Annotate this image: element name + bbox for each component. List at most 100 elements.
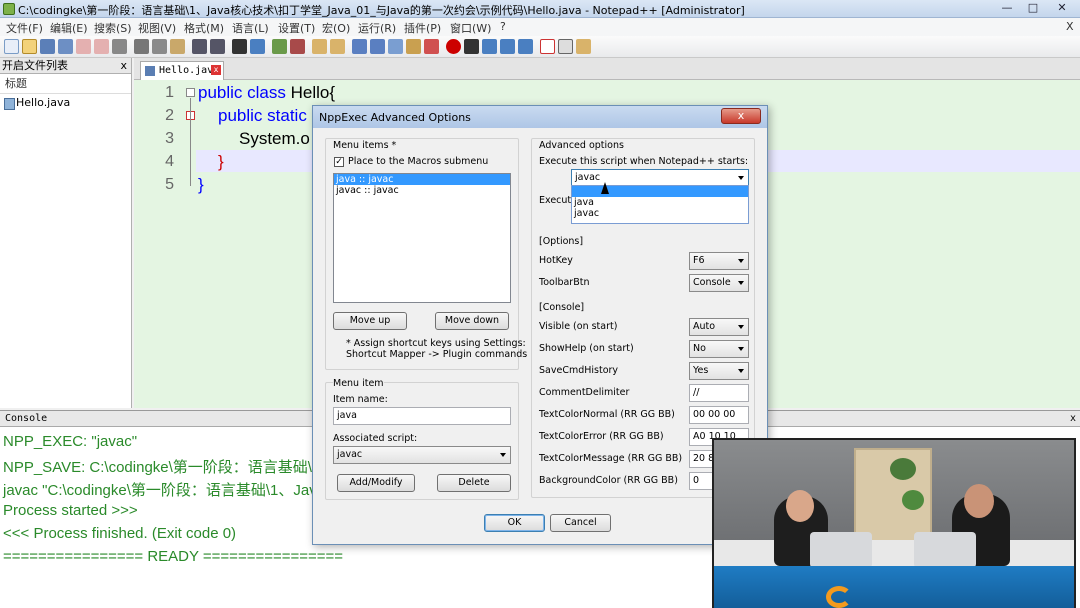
dropdown-option[interactable]	[572, 186, 748, 197]
console-line: javac "C:\codingke\第一阶段：语言基础\1、Java核	[3, 482, 341, 499]
comment-delimiter-input[interactable]: //	[689, 384, 749, 402]
stop-macro-icon[interactable]	[464, 39, 479, 54]
saved-file-icon	[145, 66, 155, 76]
save-icon[interactable]	[40, 39, 55, 54]
dialog-close-button[interactable]: x	[721, 108, 761, 124]
list-item[interactable]: java :: javac	[334, 174, 510, 185]
hotkey-select[interactable]: F6	[689, 252, 749, 270]
all-chars-icon[interactable]	[370, 39, 385, 54]
visible-select[interactable]: Auto	[689, 318, 749, 336]
redo-icon[interactable]	[210, 39, 225, 54]
close-all-icon[interactable]	[94, 39, 109, 54]
copy-icon[interactable]	[152, 39, 167, 54]
keyword: public static	[218, 106, 307, 125]
item-name-label: Item name:	[333, 394, 388, 405]
save-all-icon[interactable]	[58, 39, 73, 54]
move-up-button[interactable]: Move up	[333, 312, 407, 330]
shortcut-note: Shortcut Mapper -> Plugin commands	[346, 349, 528, 360]
menu-settings[interactable]: 设置(T)	[278, 20, 315, 36]
plugin-icon[interactable]	[576, 39, 591, 54]
file-list-close-icon[interactable]: x	[120, 58, 127, 74]
file-list-item[interactable]: Hello.java	[0, 94, 131, 112]
menu-close-doc[interactable]: X	[1066, 20, 1074, 33]
associated-script-select[interactable]: javac	[333, 446, 511, 464]
toolbar	[0, 36, 1080, 58]
maximize-button[interactable]: □	[1020, 0, 1046, 16]
dropdown-option[interactable]: java	[572, 197, 748, 208]
tab-hello-java[interactable]: Hello.java x	[140, 61, 224, 80]
menu-file[interactable]: 文件(F)	[6, 20, 43, 36]
menu-format[interactable]: 格式(M)	[184, 20, 224, 36]
undo-icon[interactable]	[192, 39, 207, 54]
macros-checkbox[interactable]: ✓	[334, 157, 344, 167]
text-color-error-label: TextColorError (RR GG BB)	[539, 431, 664, 442]
window-titlebar: C:\codingke\第一阶段：语言基础\1、Java核心技术\扣丁学堂_Ja…	[0, 0, 1080, 18]
console-icon[interactable]	[558, 39, 573, 54]
file-list-header: 开启文件列表 x	[0, 58, 131, 74]
doc-map-icon[interactable]	[424, 39, 439, 54]
console-close-icon[interactable]: x	[1070, 411, 1076, 427]
menu-macro[interactable]: 宏(O)	[322, 20, 350, 36]
menu-items-list[interactable]: java :: javac javac :: javac	[333, 173, 511, 303]
menu-run[interactable]: 运行(R)	[358, 20, 396, 36]
chevron-down-icon	[738, 176, 744, 180]
macros-checkbox-label[interactable]: Place to the Macros submenu	[348, 156, 488, 167]
sync-h-icon[interactable]	[330, 39, 345, 54]
code-text: System.o	[239, 129, 310, 148]
showhelp-select[interactable]: No	[689, 340, 749, 358]
cancel-button[interactable]: Cancel	[550, 514, 611, 532]
hotkey-value: F6	[693, 255, 705, 266]
item-name-input[interactable]: java	[333, 407, 511, 425]
fold-marker-icon[interactable]	[186, 88, 195, 97]
menu-plugins[interactable]: 插件(P)	[404, 20, 441, 36]
text-color-normal-input[interactable]: 00 00 00	[689, 406, 749, 424]
print-icon[interactable]	[112, 39, 127, 54]
close-file-icon[interactable]	[76, 39, 91, 54]
replace-icon[interactable]	[250, 39, 265, 54]
console-line: NPP_EXEC: "javac"	[3, 433, 138, 450]
menu-search[interactable]: 搜索(S)	[94, 20, 132, 36]
minimize-button[interactable]: —	[994, 0, 1020, 16]
menu-view[interactable]: 视图(V)	[138, 20, 176, 36]
menu-help[interactable]: ?	[500, 20, 506, 33]
menu-window[interactable]: 窗口(W)	[450, 20, 491, 36]
associated-script-value: javac	[337, 449, 363, 460]
save-macro-icon[interactable]	[518, 39, 533, 54]
file-list-column[interactable]: 标题	[0, 74, 131, 94]
sync-v-icon[interactable]	[312, 39, 327, 54]
list-item[interactable]: javac :: javac	[334, 185, 510, 196]
paste-icon[interactable]	[170, 39, 185, 54]
record-macro-icon[interactable]	[446, 39, 461, 54]
text-color-normal-label: TextColorNormal (RR GG BB)	[539, 409, 675, 420]
desk-image	[714, 540, 1074, 566]
indent-guide-icon[interactable]	[388, 39, 403, 54]
chevron-down-icon	[738, 325, 744, 329]
menu-edit[interactable]: 编辑(E)	[50, 20, 88, 36]
person-right-face	[964, 484, 994, 518]
spellcheck-icon[interactable]	[540, 39, 555, 54]
menu-language[interactable]: 语言(L)	[232, 20, 269, 36]
notepadpp-icon	[3, 3, 15, 15]
run-macro-multi-icon[interactable]	[500, 39, 515, 54]
tab-close-icon[interactable]: x	[211, 65, 221, 75]
exec-on-start-dropdown[interactable]: java javac	[571, 185, 749, 224]
zoom-out-icon[interactable]	[290, 39, 305, 54]
open-folder-icon[interactable]	[22, 39, 37, 54]
cut-icon[interactable]	[134, 39, 149, 54]
dropdown-option[interactable]: javac	[572, 208, 748, 219]
savecmd-select[interactable]: Yes	[689, 362, 749, 380]
find-icon[interactable]	[232, 39, 247, 54]
new-file-icon[interactable]	[4, 39, 19, 54]
line-number-gutter: 1 2 3 4 5	[134, 80, 182, 408]
zoom-in-icon[interactable]	[272, 39, 287, 54]
wrap-icon[interactable]	[352, 39, 367, 54]
toolbar-btn-select[interactable]: Console	[689, 274, 749, 292]
add-modify-button[interactable]: Add/Modify	[337, 474, 415, 492]
ok-button[interactable]: OK	[484, 514, 545, 532]
play-macro-icon[interactable]	[482, 39, 497, 54]
move-down-button[interactable]: Move down	[435, 312, 509, 330]
delete-button[interactable]: Delete	[437, 474, 511, 492]
udl-icon[interactable]	[406, 39, 421, 54]
menu-items-group-label: Menu items *	[333, 140, 397, 151]
close-window-button[interactable]: ✕	[1046, 0, 1078, 16]
